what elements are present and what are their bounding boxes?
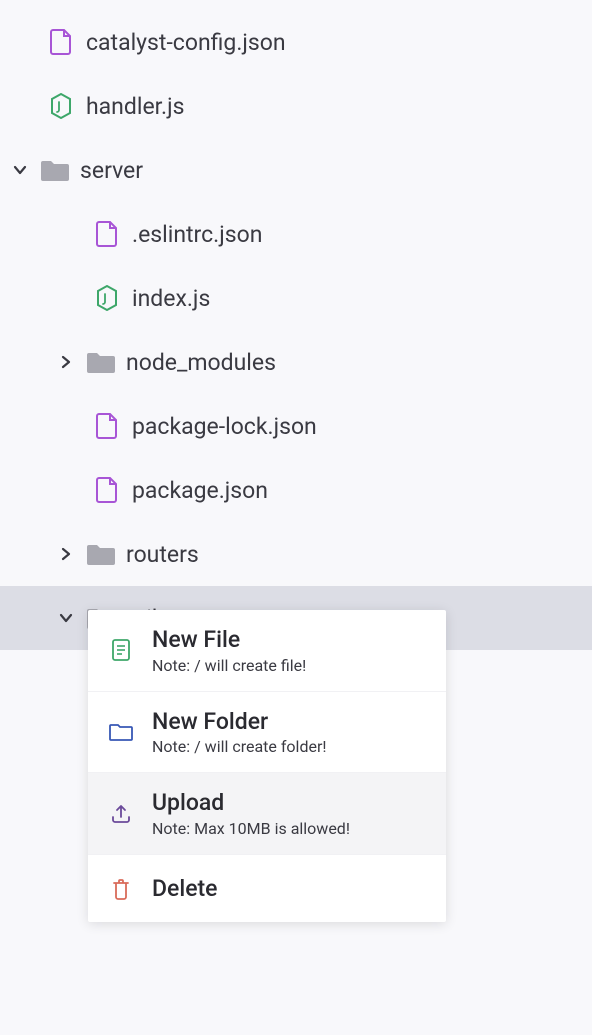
json-file-icon [92, 411, 122, 441]
context-item-note: Note: / will create folder! [152, 737, 327, 756]
tree-item-package-lock[interactable]: package-lock.json [0, 394, 592, 458]
tree-item-catalyst-config[interactable]: catalyst-config.json [0, 10, 592, 74]
new-file-icon [108, 637, 134, 663]
js-file-icon [46, 91, 76, 121]
context-item-note: Note: Max 10MB is allowed! [152, 819, 350, 838]
tree-item-server[interactable]: server [0, 138, 592, 202]
context-item-new-file[interactable]: New File Note: / will create file! [88, 610, 446, 692]
context-item-new-folder[interactable]: New Folder Note: / will create folder! [88, 692, 446, 774]
context-item-title: New File [152, 626, 306, 654]
tree-item-label: index.js [132, 285, 210, 312]
file-tree: catalyst-config.json handler.js server .… [0, 0, 592, 650]
folder-icon [86, 347, 116, 377]
tree-item-eslintrc[interactable]: .eslintrc.json [0, 202, 592, 266]
chevron-down-icon[interactable] [6, 156, 34, 184]
tree-item-label: handler.js [86, 93, 185, 120]
chevron-down-icon[interactable] [52, 604, 80, 632]
json-file-icon [92, 219, 122, 249]
tree-item-label: package.json [132, 477, 268, 504]
js-file-icon [92, 283, 122, 313]
tree-item-label: .eslintrc.json [132, 221, 262, 248]
context-item-delete[interactable]: Delete [88, 855, 446, 923]
tree-item-label: package-lock.json [132, 413, 317, 440]
delete-icon [108, 876, 134, 902]
tree-item-label: node_modules [126, 349, 276, 376]
tree-item-routers[interactable]: routers [0, 522, 592, 586]
folder-icon [40, 155, 70, 185]
context-item-upload[interactable]: Upload Note: Max 10MB is allowed! [88, 773, 446, 855]
context-item-title: Upload [152, 789, 350, 817]
tree-item-label: routers [126, 541, 199, 568]
upload-icon [108, 800, 134, 826]
context-item-title: New Folder [152, 708, 327, 736]
context-item-note: Note: / will create file! [152, 656, 306, 675]
tree-item-label: server [80, 157, 143, 184]
tree-item-index-js[interactable]: index.js [0, 266, 592, 330]
context-item-title: Delete [152, 875, 218, 903]
tree-item-package-json[interactable]: package.json [0, 458, 592, 522]
context-menu: New File Note: / will create file! New F… [88, 610, 446, 922]
tree-item-label: catalyst-config.json [86, 29, 286, 56]
chevron-right-icon[interactable] [52, 348, 80, 376]
json-file-icon [92, 475, 122, 505]
folder-icon [86, 539, 116, 569]
tree-item-handler-js[interactable]: handler.js [0, 74, 592, 138]
new-folder-icon [108, 719, 134, 745]
chevron-right-icon[interactable] [52, 540, 80, 568]
json-file-icon [46, 27, 76, 57]
tree-item-node-modules[interactable]: node_modules [0, 330, 592, 394]
